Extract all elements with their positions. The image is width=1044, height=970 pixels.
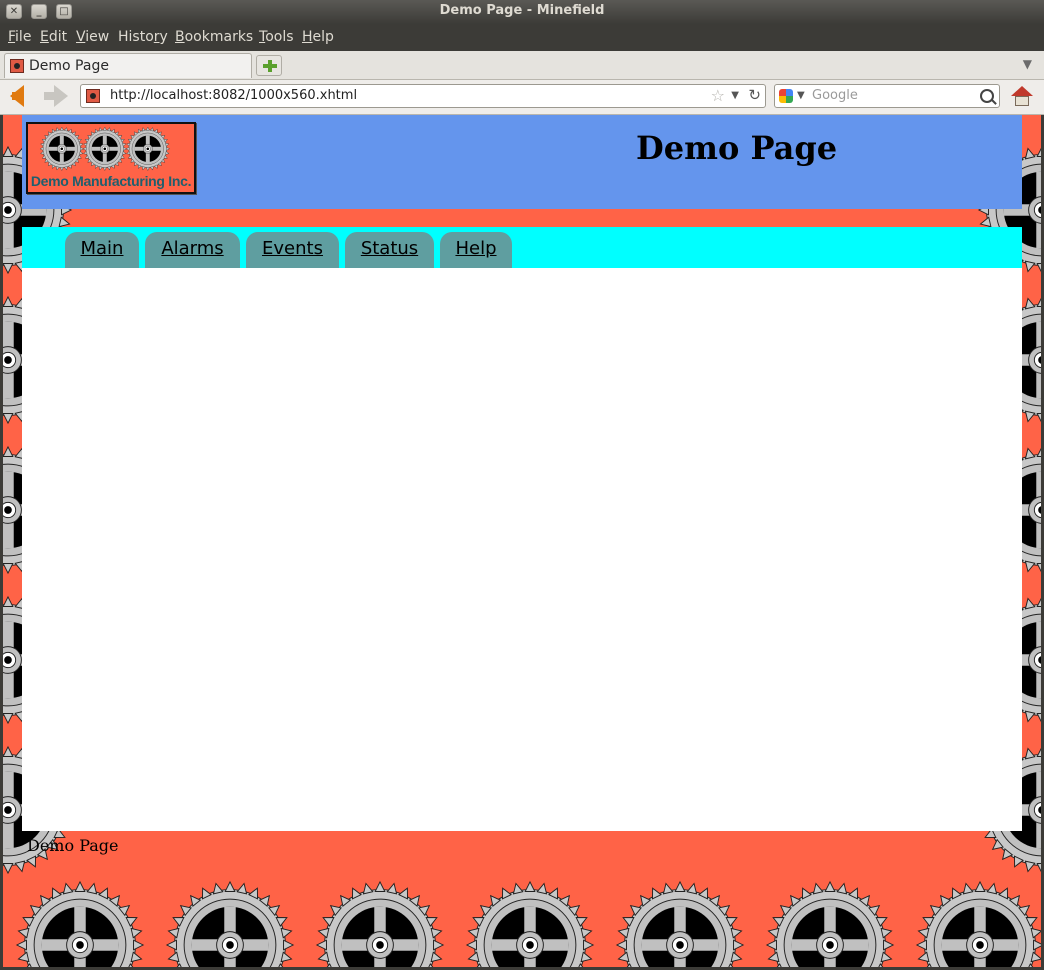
menu-history[interactable]: History xyxy=(118,29,168,45)
url-history-dropdown-icon[interactable]: ▼ xyxy=(731,90,739,101)
footer-text: Demo Page xyxy=(27,836,119,855)
back-arrow-icon[interactable] xyxy=(10,85,24,107)
menu-bookmarks[interactable]: Bookmarks xyxy=(175,29,253,45)
content-area xyxy=(22,268,1022,831)
logo-text: Demo Manufacturing Inc. xyxy=(30,173,192,189)
page-viewport: Demo Manufacturing Inc. Demo Page Main A… xyxy=(3,115,1041,967)
window-titlebar: ✕ _ □ Demo Page - Minefield xyxy=(0,0,1044,24)
menu-view[interactable]: View xyxy=(76,29,109,45)
reload-icon[interactable]: ↻ xyxy=(748,86,761,104)
tab-list-chevron-icon[interactable]: ▼ xyxy=(1023,57,1032,71)
nav-tab-events[interactable]: Events xyxy=(246,232,339,268)
search-engine-dropdown-icon[interactable]: ▼ xyxy=(797,90,805,101)
menubar: File Edit View History Bookmarks Tools H… xyxy=(0,24,1044,51)
url-bar[interactable]: http://localhost:8082/1000x560.xhtml ☆ ▼… xyxy=(80,84,766,108)
menu-file[interactable]: File xyxy=(8,29,31,45)
tab-label: Demo Page xyxy=(29,58,109,74)
window-title: Demo Page - Minefield xyxy=(439,3,605,18)
gear-icon xyxy=(16,881,144,967)
navigation-toolbar: http://localhost:8082/1000x560.xhtml ☆ ▼… xyxy=(0,80,1044,115)
page-title: Demo Page xyxy=(636,129,838,167)
gear-icon xyxy=(316,881,444,967)
gear-icon xyxy=(466,881,594,967)
nav-tab-help[interactable]: Help xyxy=(440,232,512,268)
left-gear-pattern xyxy=(3,115,72,874)
site-favicon-icon xyxy=(86,89,100,103)
search-bar[interactable]: ▼ Google xyxy=(774,84,1000,108)
logo-gears-icon xyxy=(40,127,170,171)
page-nav-strip: Main Alarms Events Status Help xyxy=(22,227,1022,268)
gear-icon xyxy=(616,881,744,967)
search-icon[interactable] xyxy=(980,89,994,103)
home-icon[interactable] xyxy=(1011,86,1033,108)
bookmark-star-icon[interactable]: ☆ xyxy=(711,86,725,105)
nav-tab-status[interactable]: Status xyxy=(345,232,434,268)
menu-edit[interactable]: Edit xyxy=(40,29,67,45)
tab-bar: Demo Page ▼ xyxy=(0,51,1044,80)
nav-tab-alarms[interactable]: Alarms xyxy=(145,232,240,268)
menu-tools[interactable]: Tools xyxy=(259,29,294,45)
nav-tab-main[interactable]: Main xyxy=(65,232,139,268)
menu-help[interactable]: Help xyxy=(302,29,334,45)
search-input[interactable]: Google xyxy=(812,88,858,103)
company-logo[interactable]: Demo Manufacturing Inc. xyxy=(26,122,196,194)
favicon-icon xyxy=(10,59,24,73)
gear-icon xyxy=(916,881,1041,967)
forward-arrow-icon[interactable] xyxy=(44,85,68,107)
page-header: Demo Manufacturing Inc. Demo Page xyxy=(22,115,1022,209)
bottom-gear-pattern xyxy=(13,880,1041,967)
url-input[interactable]: http://localhost:8082/1000x560.xhtml xyxy=(110,88,357,103)
new-tab-button[interactable] xyxy=(256,55,282,76)
google-icon[interactable] xyxy=(779,89,793,103)
tab-demo-page[interactable]: Demo Page xyxy=(4,53,252,78)
gear-icon xyxy=(166,881,294,967)
gear-icon xyxy=(766,881,894,967)
